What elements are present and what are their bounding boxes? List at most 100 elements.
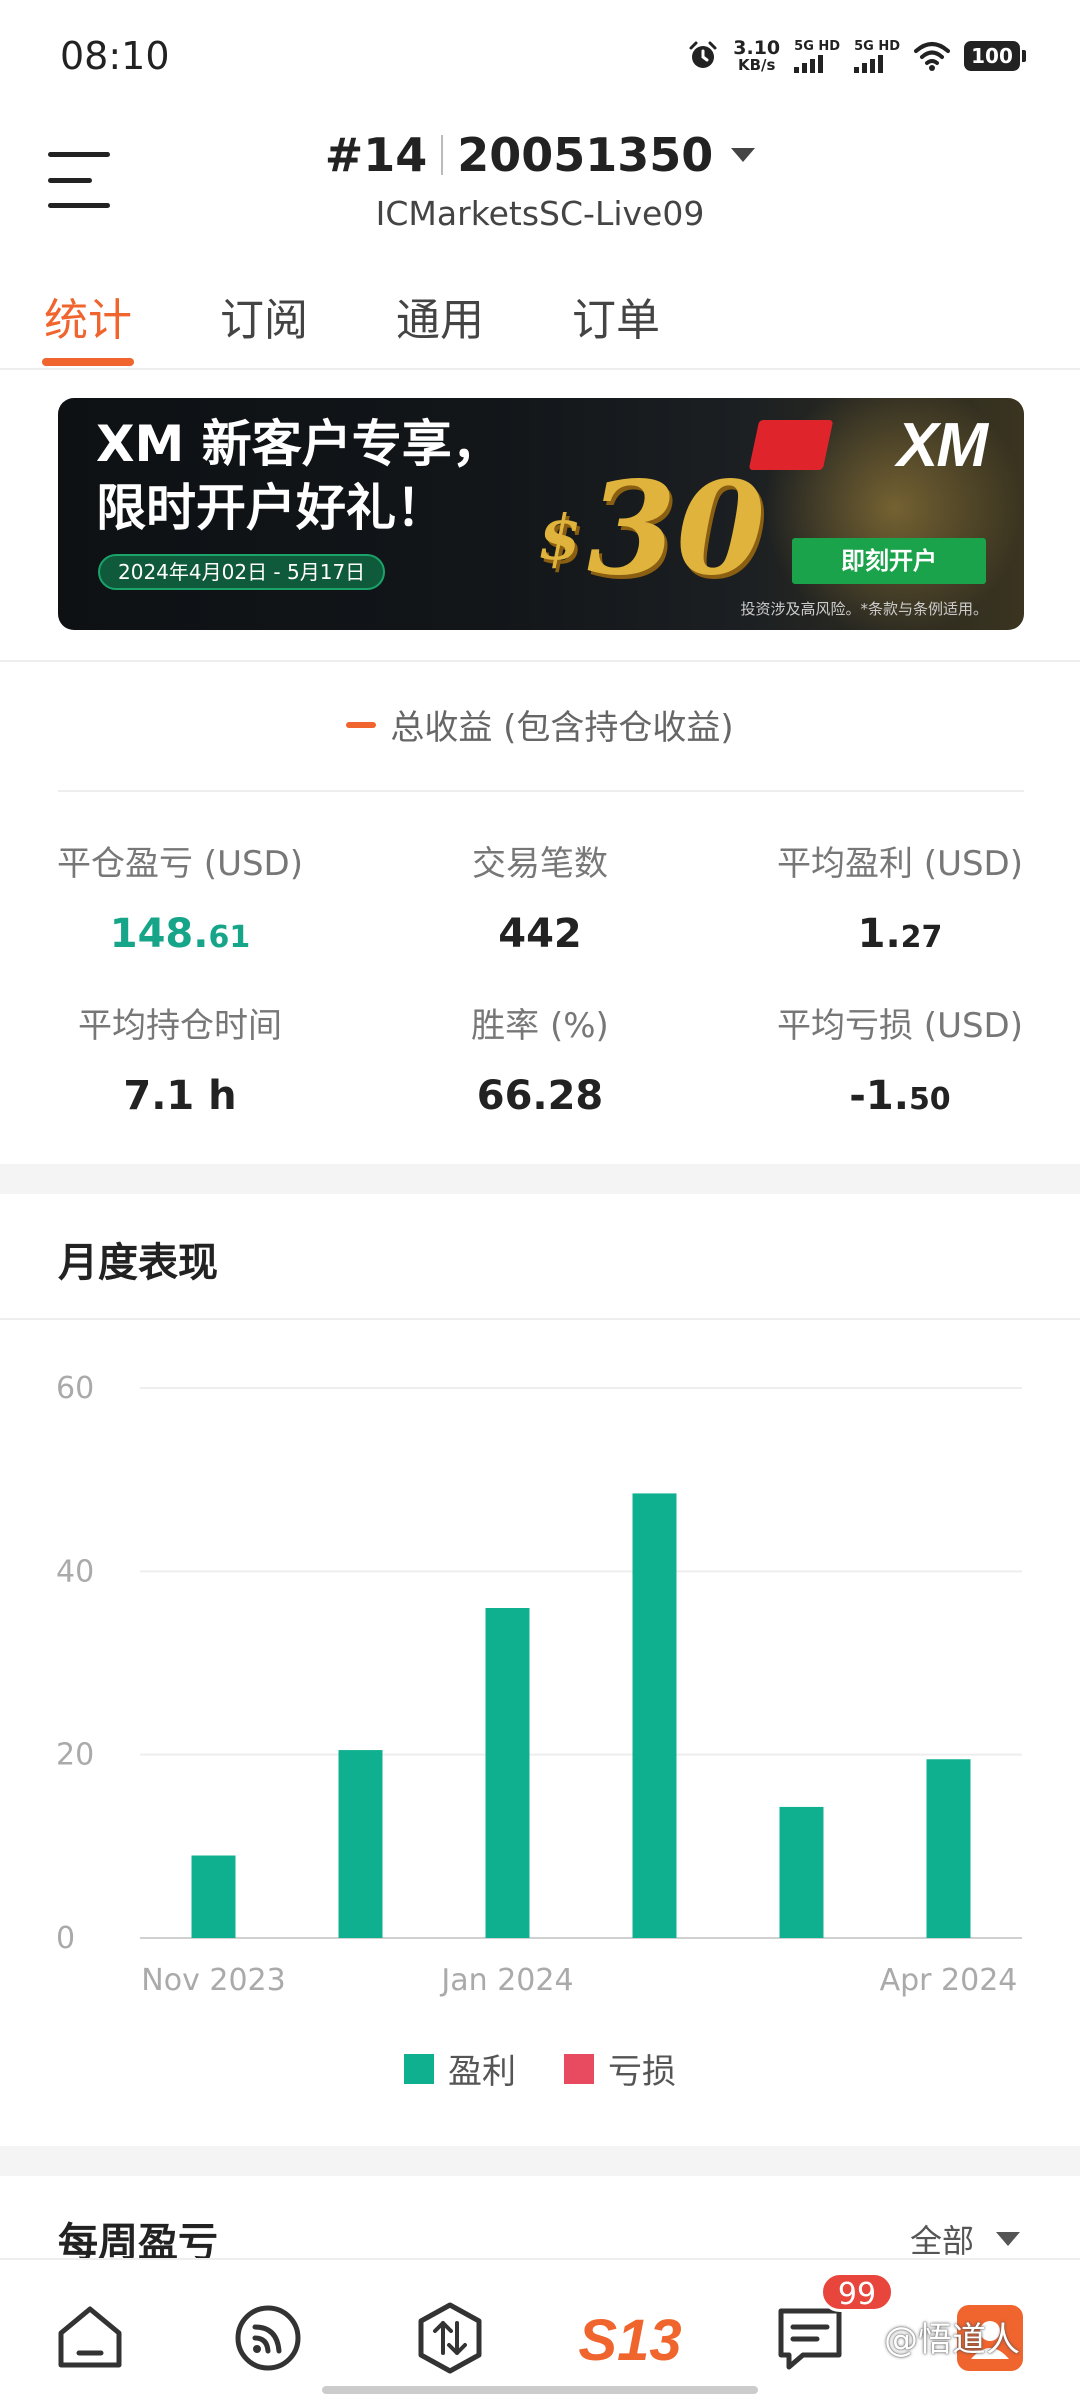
y-tick-label: 20 [56, 1738, 94, 1773]
stat-trade-count: 交易笔数 442 [360, 836, 720, 957]
promo-banner[interactable]: XM 新客户专享， 限时开户好礼！ 2024年4月02日 - 5月17日 $30… [58, 398, 1024, 630]
signal-icon [794, 54, 824, 73]
divider [58, 790, 1024, 792]
stat-closed-pl: 平仓盈亏 (USD) 148.61 [0, 836, 360, 957]
trade-icon [418, 2302, 482, 2374]
home-icon [58, 2306, 122, 2368]
home-indicator[interactable] [322, 2386, 758, 2394]
banner-date: 2024年4月02日 - 5月17日 [98, 554, 386, 590]
tab-subscribe[interactable]: 订阅 [220, 284, 308, 348]
banner-headline-line1: XM 新客户专享， [96, 415, 502, 473]
y-tick-label: 40 [56, 1554, 94, 1589]
section-gap [0, 2146, 1080, 2176]
account-divider [441, 135, 444, 175]
banner-currency: $ [538, 501, 582, 574]
status-bar: 08:10 3.10 KB/s 5G HD 5G HD 100 [0, 0, 1080, 110]
stat-label: 平均持仓时间 [78, 1006, 282, 1046]
total-profit-legend[interactable]: 总收益 (包含持仓收益) [0, 700, 1080, 749]
bar-mar-2024 [779, 1806, 824, 1938]
total-profit-label: 总收益 (包含持仓收益) [390, 708, 734, 748]
bar-nov-2023 [191, 1855, 236, 1938]
tab-bar: 统计 订阅 通用 订单 [0, 270, 1080, 370]
nav-trade[interactable] [410, 2298, 490, 2378]
banner-amount: $30 [538, 454, 765, 604]
stat-label: 胜率 (%) [471, 1006, 609, 1046]
x-tick-label: Apr 2024 [880, 1963, 1018, 1998]
monthly-bar-chart: 0 20 40 60 Nov 2023 Jan 2024 Apr 2024 [56, 1371, 1022, 1998]
bar-feb-2024 [632, 1493, 677, 1938]
nav-home[interactable] [50, 2298, 130, 2378]
stat-value: 7.1 h [123, 1073, 237, 1119]
banner-amount-value: 30 [587, 454, 766, 604]
feed-icon [235, 2305, 301, 2371]
tab-general[interactable]: 通用 [396, 284, 484, 348]
stat-value: 1.27 [857, 911, 943, 957]
legend-label-loss: 亏损 [608, 2052, 676, 2092]
stat-value: -1.50 [849, 1073, 951, 1119]
status-time: 08:10 [60, 34, 170, 78]
stat-label: 平仓盈亏 (USD) [57, 844, 303, 884]
chevron-down-icon [996, 2232, 1020, 2246]
messages-icon [778, 2308, 842, 2370]
status-icons: 3.10 KB/s 5G HD 5G HD 100 [687, 34, 1026, 78]
banner-headline: XM 新客户专享， 限时开户好礼！ [96, 412, 502, 540]
open-account-button[interactable]: 即刻开户 [792, 538, 986, 584]
tab-orders[interactable]: 订单 [572, 284, 660, 348]
stat-label: 交易笔数 [472, 844, 608, 884]
stat-label: 平均盈利 (USD) [777, 844, 1023, 884]
signal-1-label: 5G HD [794, 38, 841, 54]
nav-feed[interactable] [228, 2298, 308, 2378]
legend-line-icon [346, 721, 377, 728]
banner-brand: XM [897, 411, 988, 480]
stat-avg-hold-time: 平均持仓时间 7.1 h [0, 998, 360, 1119]
signal-1: 5G HD [794, 40, 840, 73]
s13-logo: S13 [578, 2308, 681, 2370]
tab-active-indicator [42, 358, 134, 366]
stat-avg-profit: 平均盈利 (USD) 1.27 [720, 836, 1080, 957]
legend-label-profit: 盈利 [448, 2052, 516, 2092]
monthly-title: 月度表现 [58, 1240, 218, 1286]
divider [0, 1318, 1080, 1320]
bar-dec-2023 [338, 1750, 383, 1938]
y-tick-label: 0 [56, 1921, 75, 1956]
legend-swatch-profit [404, 2053, 434, 2084]
section-gap [0, 1164, 1080, 1194]
tab-statistics[interactable]: 统计 [44, 284, 132, 348]
nav-s13[interactable]: S13 [572, 2298, 688, 2378]
net-speed-unit: KB/s [737, 56, 776, 74]
watermark: @悟道人 [884, 2320, 1020, 2360]
stat-label: 平均亏损 (USD) [777, 1006, 1023, 1046]
net-speed: 3.10 KB/s [733, 39, 780, 73]
x-tick-label: Nov 2023 [141, 1963, 285, 1998]
y-tick-label: 60 [56, 1371, 94, 1406]
stat-win-rate: 胜率 (%) 66.28 [360, 998, 720, 1119]
signal-2: 5G HD [854, 40, 900, 73]
battery-icon: 100 [964, 41, 1026, 71]
chevron-down-icon [731, 148, 756, 162]
stat-avg-loss: 平均亏损 (USD) -1.50 [720, 998, 1080, 1119]
alarm-icon [689, 41, 717, 68]
messages-badge: 99 [820, 2272, 894, 2312]
weekly-filter-dropdown[interactable]: 全部 [910, 2216, 1020, 2262]
weekly-filter-label: 全部 [909, 2222, 974, 2260]
bar-jan-2024 [485, 1608, 530, 1938]
stat-value: 148.61 [109, 911, 251, 957]
divider [0, 660, 1080, 662]
banner-disclaimer: 投资涉及高风险。*条款与条例适用。 [740, 600, 988, 618]
bar-apr-2024 [926, 1759, 971, 1938]
legend-swatch-loss [564, 2053, 594, 2084]
signal-2-label: 5G HD [854, 38, 900, 54]
account-server: ICMarketsSC-Live09 [375, 194, 705, 233]
signal-icon [854, 54, 884, 73]
xm-logo-icon [748, 420, 834, 470]
legend-item-profit[interactable]: 盈利 [404, 2044, 516, 2093]
account-index: #14 [324, 128, 428, 182]
account-selector[interactable]: #14 20051350 [0, 128, 1080, 182]
x-tick-label: Jan 2024 [439, 1963, 573, 1998]
wifi-icon [914, 42, 950, 71]
svg-text:S13: S13 [578, 2308, 681, 2370]
stat-value: 442 [498, 911, 582, 957]
banner-headline-line2: 限时开户好礼！ [96, 479, 446, 537]
legend-item-loss[interactable]: 亏损 [564, 2044, 676, 2093]
stat-value: 66.28 [476, 1073, 604, 1119]
